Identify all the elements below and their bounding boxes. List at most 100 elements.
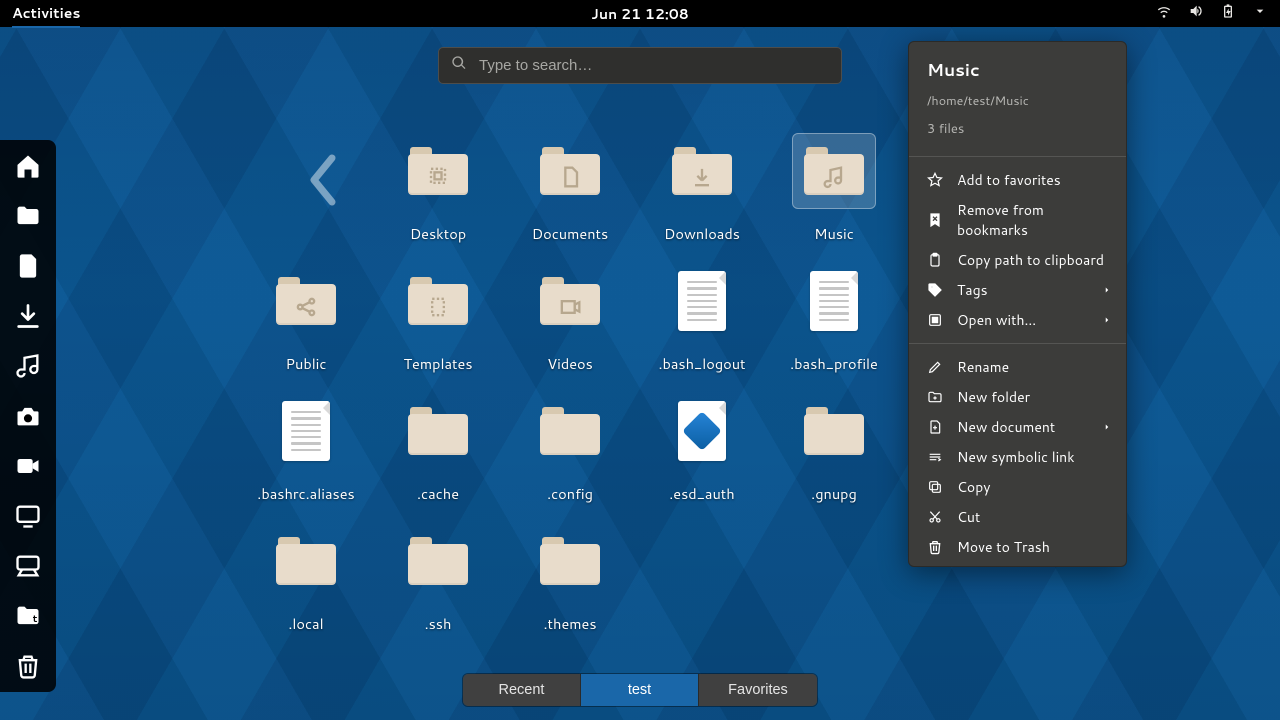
bookmark-x-icon (927, 212, 943, 228)
menu-item[interactable]: Cut (909, 502, 1126, 532)
pencil-icon (927, 359, 943, 375)
trash-icon (927, 539, 943, 555)
grid-item[interactable]: .themes (504, 525, 636, 655)
menu-item[interactable]: Remove from bookmarks (909, 195, 1126, 245)
dash-videos[interactable] (8, 450, 48, 482)
menu-separator (909, 343, 1126, 344)
back-button[interactable] (300, 150, 344, 216)
search-container (438, 47, 842, 84)
menu-item-label: New symbolic link (957, 447, 1075, 467)
grid-item-label: Public (286, 353, 327, 374)
grid-item-label: Downloads (664, 223, 740, 244)
copy-icon (927, 479, 943, 495)
grid-item-label: .gnupg (811, 483, 857, 504)
grid-item[interactable]: .bash_logout (636, 265, 768, 395)
menu-item[interactable]: Rename (909, 352, 1126, 382)
grid-item[interactable]: Public (240, 265, 372, 395)
dash-network[interactable] (8, 550, 48, 582)
svg-text:t: t (33, 612, 38, 626)
dash-files[interactable] (8, 200, 48, 232)
dash: t (0, 140, 56, 692)
menu-item[interactable]: New symbolic link (909, 442, 1126, 472)
dash-pictures[interactable] (8, 400, 48, 432)
chevron-right-icon (1102, 310, 1112, 330)
system-menu[interactable] (1156, 3, 1268, 24)
file-grid: Desktop Documents Downloads Music Public Temp… (240, 135, 940, 655)
grid-item[interactable]: .cache (372, 395, 504, 525)
switcher-tab[interactable]: test (581, 674, 699, 706)
grid-item[interactable]: Music (768, 135, 900, 265)
grid-item-label: .cache (417, 483, 459, 504)
grid-item-label: Templates (403, 353, 472, 374)
chevron-right-icon (1102, 417, 1112, 437)
grid-item[interactable]: .local (240, 525, 372, 655)
grid-item-label: Desktop (410, 223, 466, 244)
open-with-icon (927, 312, 943, 328)
dash-trash[interactable] (8, 650, 48, 682)
grid-item[interactable]: Templates (372, 265, 504, 395)
dash-templates[interactable]: t (8, 600, 48, 632)
caret-down-icon (1252, 3, 1268, 24)
menu-item[interactable]: New document (909, 412, 1126, 442)
menu-item[interactable]: Tags (909, 275, 1126, 305)
grid-item[interactable]: .config (504, 395, 636, 525)
menu-item[interactable]: Add to favorites (909, 165, 1126, 195)
switcher-tab[interactable]: Favorites (699, 674, 817, 706)
dash-home[interactable] (8, 150, 48, 182)
activities-button[interactable]: Activities (12, 3, 80, 28)
menu-item[interactable]: New folder (909, 382, 1126, 412)
tag-icon (927, 282, 943, 298)
battery-icon (1220, 3, 1236, 24)
menu-item-label: Copy (957, 477, 991, 497)
search-input[interactable] (477, 56, 829, 75)
menu-item-label: Copy path to clipboard (957, 250, 1104, 270)
dash-music[interactable] (8, 350, 48, 382)
grid-item[interactable]: .bash_profile (768, 265, 900, 395)
switcher-tab[interactable]: Recent (463, 674, 581, 706)
context-count: 3 files (927, 120, 1108, 138)
menu-item[interactable]: Move to Trash (909, 532, 1126, 562)
menu-item-label: Rename (957, 357, 1009, 377)
grid-item-label: Music (814, 223, 854, 244)
search-box[interactable] (438, 47, 842, 84)
menu-item-label: Move to Trash (957, 537, 1050, 557)
menu-item-label: Add to favorites (957, 170, 1061, 190)
grid-item-label: Documents (532, 223, 608, 244)
grid-item-label: Videos (547, 353, 593, 374)
dash-computer[interactable] (8, 500, 48, 532)
grid-item[interactable]: Videos (504, 265, 636, 395)
grid-item[interactable]: .esd_auth (636, 395, 768, 525)
grid-item-label: .ssh (425, 613, 452, 634)
menu-item-label: Tags (957, 280, 988, 300)
dash-downloads[interactable] (8, 300, 48, 332)
grid-item[interactable]: Documents (504, 135, 636, 265)
grid-item[interactable]: .ssh (372, 525, 504, 655)
grid-item-label: .bashrc.aliases (257, 483, 354, 504)
symlink-icon (927, 449, 943, 465)
chevron-right-icon (1102, 280, 1112, 300)
context-menu: Music /home/test/Music 3 files Add to fa… (908, 41, 1127, 567)
menu-item-label: Cut (957, 507, 980, 527)
grid-item-label: .esd_auth (669, 483, 734, 504)
menu-item-label: New document (957, 417, 1055, 437)
grid-item[interactable]: Downloads (636, 135, 768, 265)
star-icon (927, 172, 943, 188)
menu-item[interactable]: Copy path to clipboard (909, 245, 1126, 275)
context-title: Music (927, 58, 1108, 82)
context-path: /home/test/Music (927, 92, 1108, 110)
clipboard-icon (927, 252, 943, 268)
grid-item[interactable]: .bashrc.aliases (240, 395, 372, 525)
view-switcher: RecenttestFavorites (463, 674, 817, 706)
menu-item[interactable]: Open with… (909, 305, 1126, 335)
grid-item[interactable]: Desktop (372, 135, 504, 265)
newfolder-icon (927, 389, 943, 405)
cut-icon (927, 509, 943, 525)
grid-item-label: .themes (543, 613, 596, 634)
menu-separator (909, 156, 1126, 157)
wifi-icon (1156, 3, 1172, 24)
grid-item[interactable]: .gnupg (768, 395, 900, 525)
top-panel: Activities Jun 21 12:08 (0, 0, 1280, 27)
clock[interactable]: Jun 21 12:08 (591, 4, 688, 24)
menu-item[interactable]: Copy (909, 472, 1126, 502)
dash-documents[interactable] (8, 250, 48, 282)
